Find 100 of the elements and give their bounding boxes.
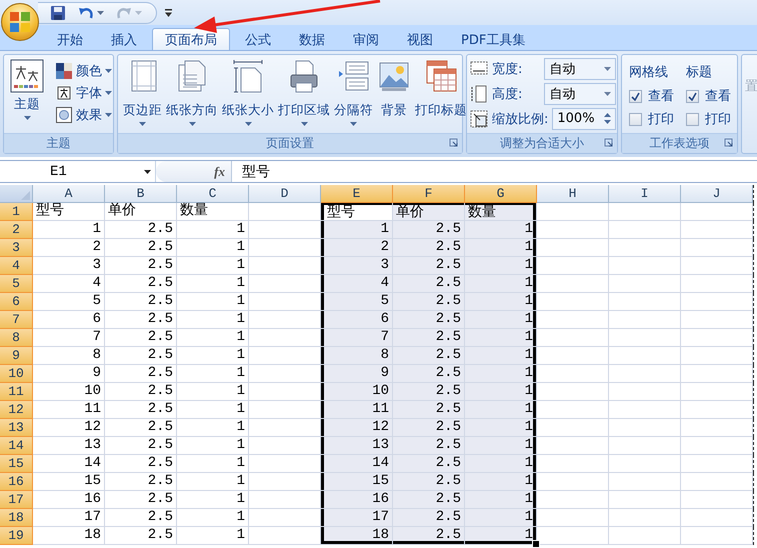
table-cell: 2.5 [105,527,177,545]
table-cell: 2.5 [105,383,177,401]
table-cell: 6 [33,311,105,329]
checkbox[interactable] [686,90,699,102]
table-cell: 1 [465,419,537,437]
ribbon-tab[interactable]: 插入 [98,28,150,50]
fill-handle[interactable] [532,540,540,548]
row-header[interactable]: 9 [0,347,33,365]
column-header[interactable]: B [105,185,177,203]
customize-toolbar-icon[interactable] [165,8,173,16]
table-cell [537,239,609,257]
table-cell: 1 [177,221,249,239]
table-cell: 2.5 [393,491,465,509]
table-cell [681,221,753,239]
checkmark-icon [631,92,640,100]
checkbox[interactable] [629,112,642,126]
undo-icon[interactable] [78,6,94,20]
dialog-launcher-button[interactable] [604,138,614,148]
table-cell [609,527,681,545]
ribbon-tab[interactable]: PDF工具集 [448,28,538,50]
row-header[interactable]: 8 [0,329,33,347]
table-cell: 17 [33,509,105,527]
table-cell: 8 [321,347,393,365]
group-label: 调整为合适大小 [500,135,584,152]
formula-field[interactable]: 型号 [232,161,757,182]
column-header[interactable]: I [609,185,681,203]
column-header[interactable]: A [33,185,105,203]
ribbon-tab[interactable]: 开始 [44,28,96,50]
scale-icon [470,110,488,128]
row-header[interactable]: 14 [0,437,33,455]
row-header[interactable]: 12 [0,401,33,419]
table-cell [609,365,681,383]
row-header[interactable]: 2 [0,221,33,239]
row-header[interactable]: 4 [0,257,33,275]
insert-function-button[interactable]: fx [214,164,225,180]
ribbon-tab[interactable]: 数据 [286,28,338,50]
checkbox[interactable] [629,90,642,102]
column-header[interactable]: C [177,185,249,203]
ribbon-tab[interactable]: 审阅 [340,28,392,50]
ribbon-button[interactable]: 打印区域 [276,57,332,131]
table-cell: 2.5 [393,437,465,455]
table-cell: 15 [33,473,105,491]
ribbon-tab[interactable]: 页面布局 [152,28,230,50]
row-header[interactable]: 17 [0,491,33,509]
page-size-icon [231,59,265,93]
column-header[interactable]: D [249,185,321,203]
table-cell: 7 [321,329,393,347]
ribbon-button[interactable]: 分隔符 [332,57,375,131]
dialog-launcher-button[interactable] [724,138,734,148]
save-icon[interactable] [50,4,66,20]
table-cell: 2.5 [105,311,177,329]
column-header[interactable]: E [321,185,393,203]
row-header[interactable]: 7 [0,311,33,329]
office-logo-icon [9,11,31,33]
dropdown-field[interactable]: 自动 [544,83,616,105]
caret-icon [105,91,112,95]
ribbon-button[interactable]: 页边距 [121,57,164,131]
checkbox[interactable] [686,112,699,126]
row-header[interactable]: 19 [0,527,33,545]
row-header[interactable]: 6 [0,293,33,311]
row-header[interactable]: 18 [0,509,33,527]
column-header[interactable]: J [681,185,753,203]
dialog-launcher-button[interactable] [449,138,459,148]
ribbon-button[interactable]: 纸张大小 [220,57,276,131]
dropdown-field[interactable]: 自动 [544,58,616,80]
ribbon-tab[interactable]: 公式 [232,28,284,50]
field-label: 高度: [492,86,524,103]
table-cell: 数量 [177,203,249,221]
ribbon-button[interactable]: 背景 [375,57,413,131]
table-cell [681,401,753,419]
row-header[interactable]: 10 [0,365,33,383]
ribbon-button[interactable]: 字体 [53,82,114,104]
table-cell [537,527,609,545]
table-cell: 11 [33,401,105,419]
ribbon-button[interactable]: 效果 [53,104,114,126]
row-header[interactable]: 3 [0,239,33,257]
row-header[interactable]: 1 [0,203,33,221]
row-header[interactable]: 15 [0,455,33,473]
row-header[interactable]: 11 [0,383,33,401]
ribbon-button[interactable]: 颜色 [53,60,114,82]
dialog-launcher-icon [449,138,459,148]
spinner-field[interactable]: 100% [552,108,616,130]
themes-button[interactable]: 主题 [7,57,47,131]
spin-up-icon[interactable] [604,113,612,118]
ribbon-tab[interactable]: 视图 [394,28,446,50]
name-box[interactable]: E1 [0,161,156,182]
row-header[interactable]: 16 [0,473,33,491]
caret-icon [350,122,357,126]
column-header[interactable]: G [465,185,537,203]
table-cell [681,491,753,509]
row-header[interactable]: 5 [0,275,33,293]
column-header[interactable]: H [537,185,609,203]
table-cell: 1 [465,509,537,527]
table-cell: 2.5 [105,401,177,419]
row-header[interactable]: 13 [0,419,33,437]
spin-down-icon[interactable] [604,120,612,124]
themes-icon [10,59,44,93]
column-header[interactable]: F [393,185,465,203]
ribbon-button[interactable]: 纸张方向 [164,57,220,131]
office-button[interactable] [1,3,39,41]
